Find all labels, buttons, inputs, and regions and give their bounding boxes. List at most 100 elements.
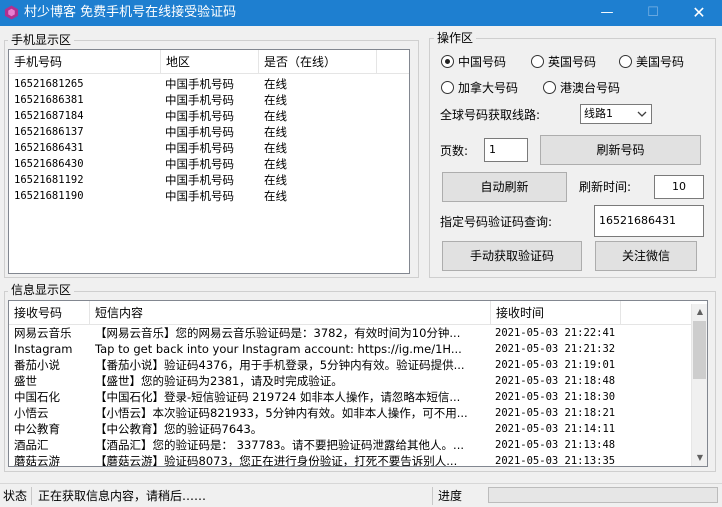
app-icon bbox=[4, 5, 19, 20]
receiver-cell: 中国石化 bbox=[14, 390, 60, 404]
phone-row[interactable]: 16521686381 中国手机号码 在线 bbox=[9, 92, 409, 108]
window-title: 村少博客 免费手机号在线接受验证码 bbox=[24, 5, 237, 20]
column-header-online[interactable]: 是否（在线） bbox=[259, 50, 377, 74]
receiver-cell: 盛世 bbox=[14, 374, 37, 388]
received-time-cell: 2021-05-03 21:21:32 bbox=[495, 343, 616, 355]
phone-display-legend: 手机显示区 bbox=[8, 33, 75, 47]
phone-number-cell: 16521686381 bbox=[14, 94, 84, 106]
phone-number-cell: 16521681190 bbox=[14, 190, 84, 202]
radio-label: 港澳台号码 bbox=[560, 81, 621, 95]
query-number-input[interactable]: 16521686431 bbox=[594, 205, 704, 237]
radio-indicator bbox=[619, 55, 632, 68]
message-row[interactable]: 中国石化 【中国石化】登录-短信验证码 219724 如非本人操作，请忽略本短信.… bbox=[9, 389, 707, 405]
phone-row[interactable]: 16521686431 中国手机号码 在线 bbox=[9, 140, 409, 156]
phone-row[interactable]: 16521686430 中国手机号码 在线 bbox=[9, 156, 409, 172]
sms-content-cell: 【酒品汇】您的验证码是： 337783。请不要把验证码泄露给其他人。... bbox=[95, 438, 465, 452]
column-header-sms-content[interactable]: 短信内容 bbox=[90, 301, 491, 325]
phone-row[interactable]: 16521681265 中国手机号码 在线 bbox=[9, 76, 409, 92]
progress-bar bbox=[488, 487, 718, 503]
minimize-button[interactable]: — bbox=[584, 0, 630, 26]
radio-label: 英国号码 bbox=[548, 55, 597, 69]
sms-content-cell: 【中公教育】您的验证码7643。 bbox=[95, 422, 263, 436]
message-row[interactable]: 盛世 【盛世】您的验证码为2381，请及时完成验证。 2021-05-03 21:1… bbox=[9, 373, 707, 389]
sms-content-cell: 【网易云音乐】您的网易云音乐验证码是：3782，有效时间为10分钟... bbox=[95, 326, 461, 340]
phone-row[interactable]: 16521687184 中国手机号码 在线 bbox=[9, 108, 409, 124]
receiver-cell: 番茄小说 bbox=[14, 358, 60, 372]
column-header-receiver[interactable]: 接收号码 bbox=[9, 301, 90, 325]
message-row[interactable]: 番茄小说 【番茄小说】验证码4376，用于手机登录，5分钟内有效。验证码提供...… bbox=[9, 357, 707, 373]
message-row[interactable]: 中公教育 【中公教育】您的验证码7643。 2021-05-03 21:14:11 bbox=[9, 421, 707, 437]
radio-label: 美国号码 bbox=[636, 55, 685, 69]
receiver-cell: 中公教育 bbox=[14, 422, 60, 436]
message-row[interactable]: 酒品汇 【酒品汇】您的验证码是： 337783。请不要把验证码泄露给其他人。...… bbox=[9, 437, 707, 453]
chevron-down-icon bbox=[637, 111, 647, 117]
refresh-time-label: 刷新时间: bbox=[579, 180, 632, 194]
route-select-value: 线路1 bbox=[584, 107, 613, 120]
received-time-cell: 2021-05-03 21:13:48 bbox=[495, 439, 616, 451]
receiver-cell: 酒品汇 bbox=[14, 438, 49, 452]
sms-content-cell: Tap to get back into your Instagram acco… bbox=[95, 342, 462, 356]
scrollbar-thumb[interactable] bbox=[693, 321, 706, 379]
status-label: 状态 bbox=[3, 489, 28, 503]
phone-number-cell: 16521681265 bbox=[14, 78, 84, 90]
column-header-received-time[interactable]: 接收时间 bbox=[491, 301, 621, 325]
received-time-cell: 2021-05-03 21:14:11 bbox=[495, 423, 616, 435]
status-separator bbox=[432, 487, 433, 505]
scroll-up-arrow-icon[interactable]: ▲ bbox=[692, 304, 708, 320]
phone-row[interactable]: 16521681190 中国手机号码 在线 bbox=[9, 188, 409, 204]
route-label: 全球号码获取线路: bbox=[440, 108, 541, 122]
region-cell: 中国手机号码 bbox=[165, 157, 234, 171]
online-status-cell: 在线 bbox=[264, 109, 287, 123]
phone-row[interactable]: 16521686137 中国手机号码 在线 bbox=[9, 124, 409, 140]
region-cell: 中国手机号码 bbox=[165, 93, 234, 107]
sms-content-cell: 【盛世】您的验证码为2381，请及时完成验证。 bbox=[95, 374, 343, 388]
online-status-cell: 在线 bbox=[264, 77, 287, 91]
message-row[interactable]: 蘑菇云游 【蘑菇云游】验证码8073，您正在进行身份验证，打死不要告诉别人... 2… bbox=[9, 453, 707, 467]
refresh-number-button[interactable]: 刷新号码 bbox=[540, 135, 701, 165]
phone-row[interactable]: 16521681192 中国手机号码 在线 bbox=[9, 172, 409, 188]
received-time-cell: 2021-05-03 21:18:30 bbox=[495, 391, 616, 403]
received-time-cell: 2021-05-03 21:18:48 bbox=[495, 375, 616, 387]
received-time-cell: 2021-05-03 21:18:21 bbox=[495, 407, 616, 419]
follow-wechat-button[interactable]: 关注微信 bbox=[595, 241, 697, 271]
online-status-cell: 在线 bbox=[264, 141, 287, 155]
message-list[interactable]: 接收号码 短信内容 接收时间 网易云音乐 【网易云音乐】您的网易云音乐验证码是：3… bbox=[8, 300, 708, 467]
column-header-region[interactable]: 地区 bbox=[161, 50, 259, 74]
radio-label: 中国号码 bbox=[458, 55, 507, 69]
page-label: 页数: bbox=[440, 144, 469, 158]
radio-indicator bbox=[543, 81, 556, 94]
page-input[interactable]: 1 bbox=[484, 138, 528, 162]
message-list-scrollbar[interactable]: ▲ ▼ bbox=[691, 304, 707, 466]
receiver-cell: 蘑菇云游 bbox=[14, 454, 60, 467]
manual-fetch-code-button[interactable]: 手动获取验证码 bbox=[442, 241, 582, 271]
phone-list-header: 手机号码 地区 是否（在线） bbox=[9, 50, 409, 74]
column-header-phone[interactable]: 手机号码 bbox=[9, 50, 161, 74]
phone-number-cell: 16521687184 bbox=[14, 110, 84, 122]
radio-indicator bbox=[441, 81, 454, 94]
phone-number-cell: 16521686431 bbox=[14, 142, 84, 154]
scroll-down-arrow-icon[interactable]: ▼ bbox=[692, 450, 708, 466]
region-cell: 中国手机号码 bbox=[165, 125, 234, 139]
message-list-header: 接收号码 短信内容 接收时间 bbox=[9, 301, 707, 325]
maximize-button[interactable]: ☐ bbox=[630, 0, 676, 26]
route-select[interactable]: 线路1 bbox=[580, 104, 652, 124]
region-cell: 中国手机号码 bbox=[165, 77, 234, 91]
phone-number-cell: 16521686430 bbox=[14, 158, 84, 170]
message-row[interactable]: 小悟云 【小悟云】本次验证码821933，5分钟内有效。如非本人操作，可不用...… bbox=[9, 405, 707, 421]
sms-content-cell: 【小悟云】本次验证码821933，5分钟内有效。如非本人操作，可不用... bbox=[95, 406, 468, 420]
message-row[interactable]: Instagram Tap to get back into your Insta… bbox=[9, 341, 707, 357]
status-bar: 状态 正在获取信息内容，请稍后…… 进度 bbox=[0, 483, 722, 507]
auto-refresh-button[interactable]: 自动刷新 bbox=[442, 172, 567, 202]
sms-content-cell: 【中国石化】登录-短信验证码 219724 如非本人操作，请忽略本短信... bbox=[95, 390, 461, 404]
refresh-time-input[interactable]: 10 bbox=[654, 175, 704, 199]
region-cell: 中国手机号码 bbox=[165, 189, 234, 203]
close-button[interactable]: ✕ bbox=[676, 0, 722, 26]
receiver-cell: 网易云音乐 bbox=[14, 326, 72, 340]
region-cell: 中国手机号码 bbox=[165, 141, 234, 155]
receiver-cell: Instagram bbox=[14, 342, 73, 356]
online-status-cell: 在线 bbox=[264, 125, 287, 139]
sms-content-cell: 【番茄小说】验证码4376，用于手机登录，5分钟内有效。验证码提供... bbox=[95, 358, 465, 372]
message-row[interactable]: 网易云音乐 【网易云音乐】您的网易云音乐验证码是：3782，有效时间为10分钟..… bbox=[9, 325, 707, 341]
title-bar[interactable]: 村少博客 免费手机号在线接受验证码 — ☐ ✕ bbox=[0, 0, 722, 26]
phone-list[interactable]: 手机号码 地区 是否（在线） 16521681265 中国手机号码 在线 165216… bbox=[8, 49, 410, 274]
